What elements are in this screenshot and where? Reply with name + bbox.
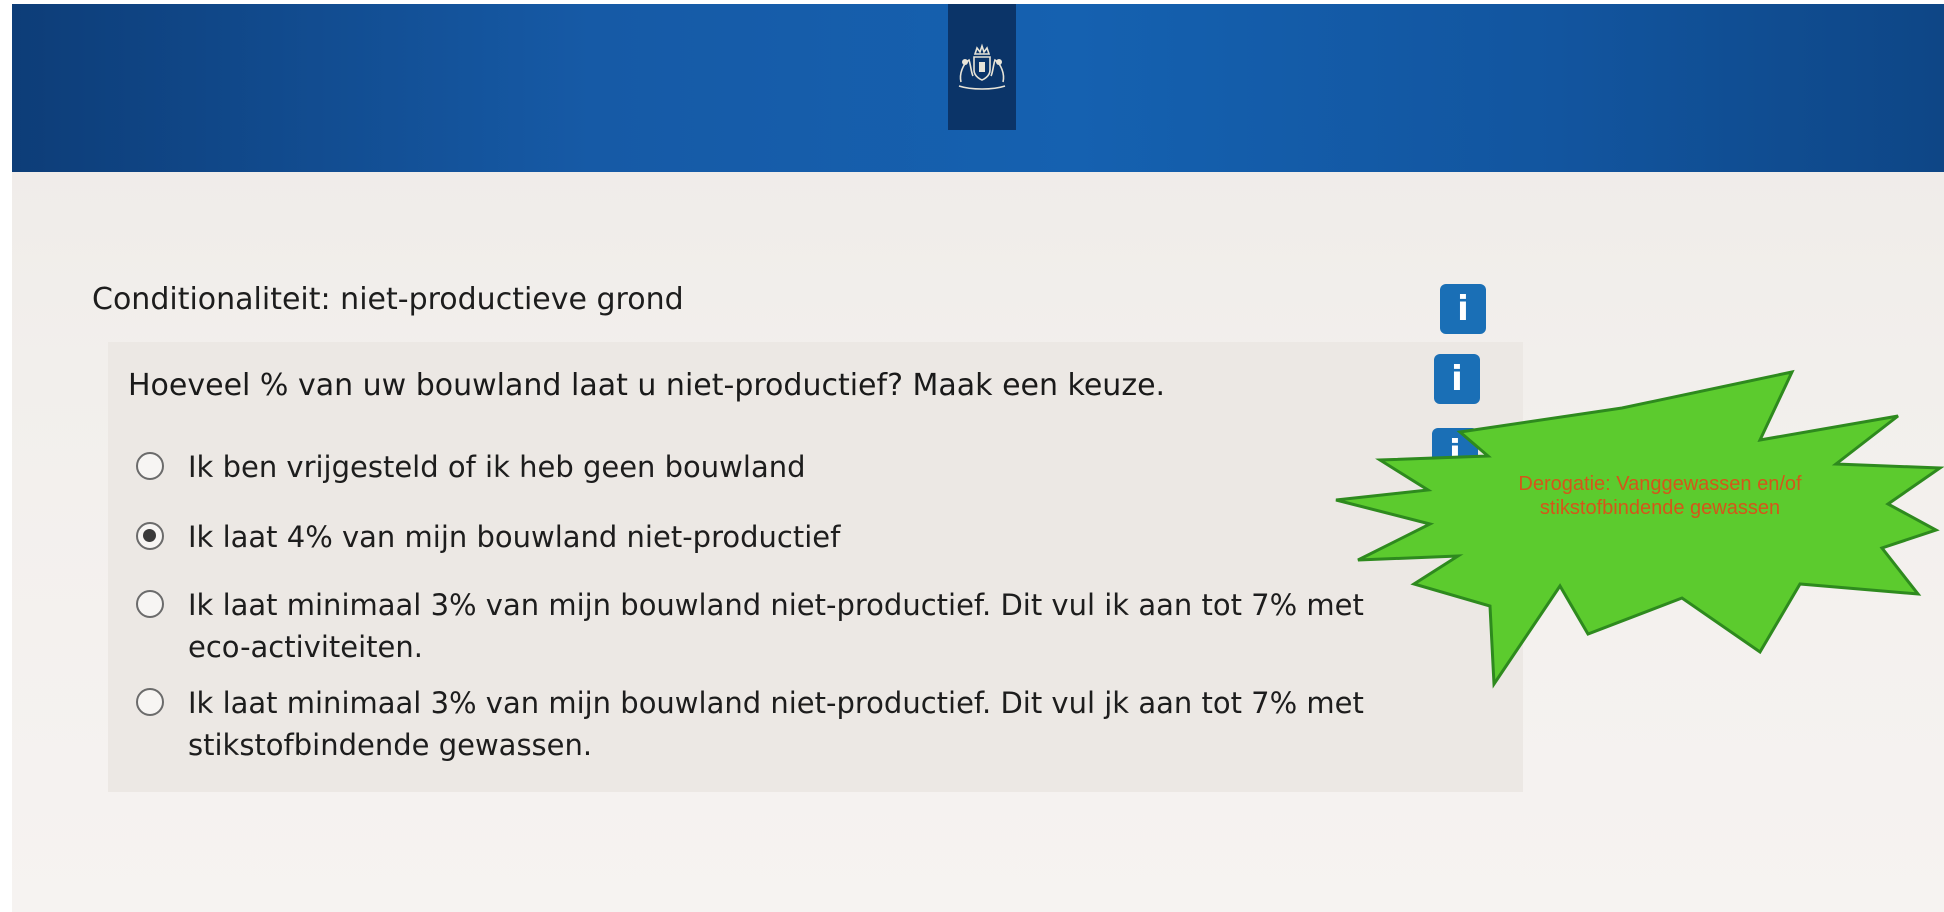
option-four-percent[interactable]: Ik laat 4% van mijn bouwland niet-produc… <box>136 516 840 558</box>
option-label: Ik laat minimaal 3% van mijn bouwland ni… <box>188 588 1364 664</box>
option-label: Ik laat 4% van mijn bouwland niet-produc… <box>188 520 841 554</box>
logo[interactable] <box>948 4 1016 130</box>
annotation-text: Derogatie: Vanggewassen en/of stikstofbi… <box>1518 473 1802 519</box>
section-title: Conditionaliteit: niet-productieve grond <box>92 282 684 317</box>
radio-button[interactable] <box>136 688 164 716</box>
option-label: Ik ben vrijgesteld of ik heb geen bouwla… <box>188 450 806 484</box>
info-button-option[interactable]: i <box>1432 428 1478 478</box>
radio-button[interactable] <box>136 452 164 480</box>
option-label: Ik laat minimaal 3% van mijn bouwland ni… <box>188 686 1364 762</box>
header-bar <box>12 4 1944 172</box>
rijksoverheid-coat-of-arms-icon <box>958 43 1006 90</box>
option-nitrogen-fixing-crops[interactable]: Ik laat minimaal 3% van mijn bouwland ni… <box>136 682 1398 766</box>
radio-button[interactable] <box>136 590 164 618</box>
question-text: Hoeveel % van uw bouwland laat u niet-pr… <box>128 368 1166 403</box>
radio-button-selected[interactable] <box>136 522 164 550</box>
option-eco-activities[interactable]: Ik laat minimaal 3% van mijn bouwland ni… <box>136 584 1398 668</box>
info-button-section[interactable]: i <box>1440 284 1486 334</box>
info-button-question[interactable]: i <box>1434 354 1480 404</box>
option-exempt[interactable]: Ik ben vrijgesteld of ik heb geen bouwla… <box>136 446 806 488</box>
